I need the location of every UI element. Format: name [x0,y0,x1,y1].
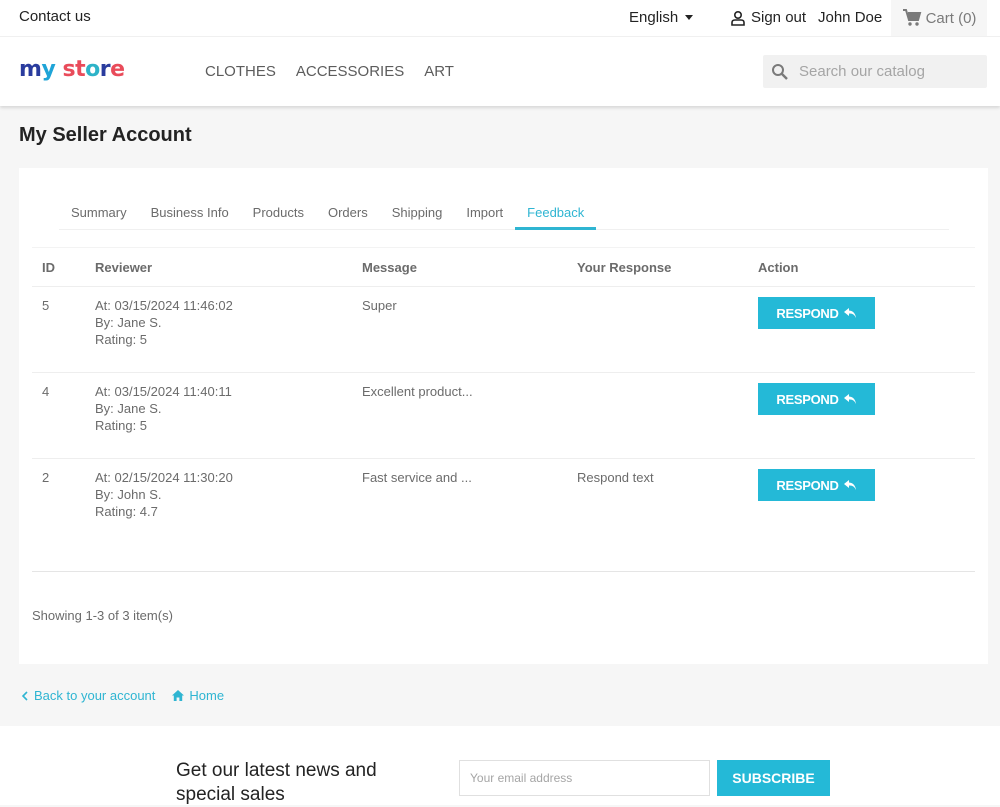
your-response: Respond text [577,470,654,485]
respond-button[interactable]: RESPOND [758,469,875,501]
nav-accessories[interactable]: ACCESSORIES [296,63,404,80]
contact-us-link[interactable]: Contact us [19,8,91,25]
row-id: 2 [42,470,50,485]
respond-button[interactable]: RESPOND [758,297,875,329]
logo-letter: e [110,57,125,82]
newsletter-title: Get our latest news and special sales [176,760,377,805]
respond-label: RESPOND [776,305,839,321]
cart-button[interactable]: Cart (0) [891,0,987,36]
cart-label: Cart (0) [925,9,977,27]
review-author: By: Jane S. [95,401,162,416]
row-id: 4 [42,384,50,399]
feedback-table: ID Reviewer Message Your Response Action… [32,247,975,545]
logo-letter: s [62,57,76,82]
respond-label: RESPOND [776,391,839,407]
reply-icon [843,308,856,318]
reviewer-info: At: 02/15/2024 11:30:20 By: John S. Rati… [95,469,233,520]
newsletter-section: Get our latest news and special sales SU… [0,726,1000,805]
col-message: Message [362,260,417,275]
home-label: Home [189,688,225,703]
review-author: By: Jane S. [95,315,162,330]
reply-icon [843,394,856,404]
logo-letter: r [99,57,111,82]
top-bar: Contact us English Sign out John Doe Car… [0,0,1000,37]
reviewer-info: At: 03/15/2024 11:40:11 By: Jane S. Rati… [95,383,232,434]
tab-products[interactable]: Products [241,204,316,230]
tab-orders[interactable]: Orders [316,204,380,230]
caret-down-icon [685,15,694,20]
action-cell: RESPOND [758,469,875,501]
review-message: Fast service and ... [362,470,472,485]
logo-letter: m [19,57,42,82]
col-reviewer: Reviewer [95,260,153,275]
account-name-link[interactable]: John Doe [818,9,882,26]
respond-button[interactable]: RESPOND [758,383,875,415]
tab-summary[interactable]: Summary [59,204,139,230]
table-divider [32,571,975,572]
table-header: ID Reviewer Message Your Response Action [32,247,975,287]
sign-out-link[interactable]: Sign out [730,9,806,26]
col-action: Action [758,260,799,275]
col-your-response: Your Response [577,260,672,275]
back-to-account-link[interactable]: Back to your account [21,688,155,703]
email-field[interactable] [459,760,710,796]
review-author: By: John S. [95,487,162,502]
cart-icon [902,9,921,26]
tab-feedback[interactable]: Feedback [515,204,597,230]
review-rating: Rating: 4.7 [95,504,158,519]
language-label: English [629,9,679,26]
tab-import[interactable]: Import [454,204,515,230]
store-logo[interactable]: my store [19,57,125,82]
user-icon [731,10,745,26]
page-title: My Seller Account [19,124,192,146]
tab-shipping[interactable]: Shipping [380,204,455,230]
review-message: Excellent product... [362,384,473,399]
nav-clothes[interactable]: CLOTHES [205,63,276,80]
table-row: 4 At: 03/15/2024 11:40:11 By: Jane S. Ra… [32,373,975,459]
review-rating: Rating: 5 [95,332,148,347]
review-date: At: 03/15/2024 11:40:11 [95,384,232,399]
action-cell: RESPOND [758,383,875,415]
sign-out-label: Sign out [751,9,807,26]
review-rating: Rating: 5 [95,418,148,433]
row-id: 5 [42,298,50,313]
seller-tabs: Summary Business Info Products Orders Sh… [59,204,949,230]
reviewer-info: At: 03/15/2024 11:46:02 By: Jane S. Rati… [95,297,233,348]
table-row: 5 At: 03/15/2024 11:46:02 By: Jane S. Ra… [32,287,975,373]
review-date: At: 02/15/2024 11:30:20 [95,470,233,485]
action-cell: RESPOND [758,297,875,329]
home-link[interactable]: Home [172,688,224,703]
search-icon[interactable] [771,63,789,81]
language-selector[interactable]: English [629,9,694,26]
col-id: ID [42,260,55,275]
subscribe-button[interactable]: SUBSCRIBE [717,760,830,796]
back-label: Back to your account [34,688,156,703]
main-nav: CLOTHES ACCESSORIES ART [205,63,454,80]
review-message: Super [362,298,397,313]
logo-letter: o [85,57,100,82]
tab-business-info[interactable]: Business Info [139,204,241,230]
home-icon [172,690,185,701]
review-date: At: 03/15/2024 11:46:02 [95,298,233,313]
logo-letter: t [75,57,86,82]
feedback-card: Summary Business Info Products Orders Sh… [19,168,988,664]
search-box [763,55,987,88]
table-row: 2 At: 02/15/2024 11:30:20 By: John S. Ra… [32,459,975,545]
logo-letter: y [41,57,56,82]
search-input[interactable] [799,63,979,80]
reply-icon [843,480,856,490]
respond-label: RESPOND [776,477,839,493]
nav-art[interactable]: ART [424,63,454,80]
pagination-summary: Showing 1-3 of 3 item(s) [32,608,173,623]
account-footer-links: Back to your account Home [21,688,224,703]
chevron-left-icon [21,690,28,701]
